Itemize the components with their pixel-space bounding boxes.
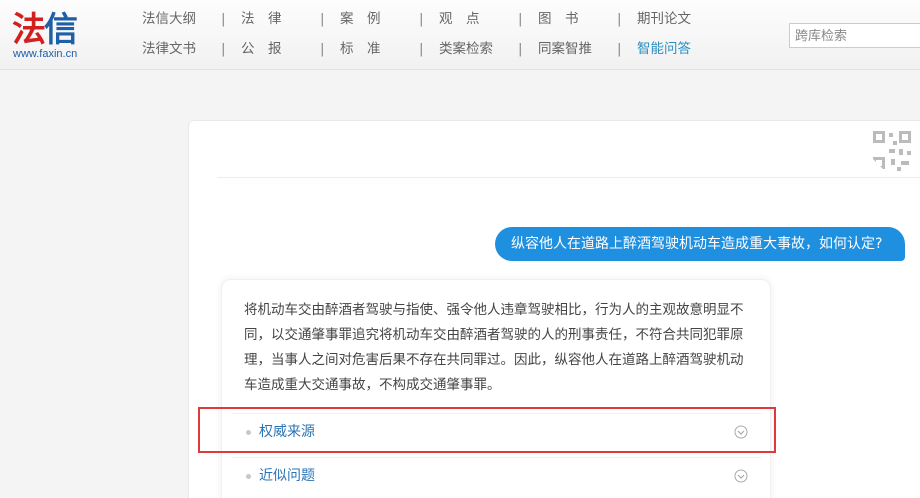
- chevron-down-icon[interactable]: [734, 469, 748, 483]
- nav-separator: |: [320, 41, 325, 57]
- nav-separator: |: [419, 41, 424, 57]
- nav-separator: |: [221, 11, 226, 27]
- answer-card: 将机动车交由醉酒者驾驶与指使、强令他人违章驾驶相比，行为人的主观故意明显不同，以…: [221, 279, 771, 498]
- nav-separator: |: [518, 11, 523, 27]
- nav-separator: |: [617, 41, 622, 57]
- bullet-dot: [246, 474, 251, 479]
- bullet-dot: [246, 430, 251, 435]
- logo-url: www.faxin.cn: [13, 48, 78, 60]
- logo-text: 法信: [12, 10, 92, 50]
- qr-code-icon[interactable]: [871, 129, 915, 173]
- nav-separator: |: [518, 41, 523, 57]
- nav-separator: |: [617, 11, 622, 27]
- qa-panel: 纵容他人在道路上醉酒驾驶机动车造成重大事故，如何认定? 将机动车交由醉酒者驾驶与…: [188, 120, 920, 498]
- cross-db-search-input[interactable]: [789, 23, 920, 48]
- nav-item-law[interactable]: 法 律: [241, 9, 282, 29]
- nav-item-views[interactable]: 观 点: [439, 9, 480, 29]
- nav-item-journals[interactable]: 期刊论文: [637, 9, 691, 29]
- nav-item-outline[interactable]: 法信大纲: [142, 9, 196, 29]
- nav-item-standards[interactable]: 标 准: [340, 39, 381, 59]
- answer-text: 将机动车交由醉酒者驾驶与指使、强令他人违章驾驶相比，行为人的主观故意明显不同，以…: [244, 302, 744, 393]
- similar-questions-label: 近似问题: [259, 468, 315, 484]
- nav-item-gazette[interactable]: 公 报: [241, 39, 282, 59]
- authority-source-label: 权威来源: [259, 424, 315, 440]
- authority-source-row[interactable]: 权威来源: [232, 413, 762, 449]
- top-header: 法信 www.faxin.cn 法信大纲 | 法 律 | 案 例 | 观 点 |…: [0, 0, 920, 70]
- nav-separator: |: [419, 11, 424, 27]
- panel-divider: [217, 177, 920, 178]
- chevron-down-icon[interactable]: [734, 425, 748, 439]
- nav-item-similar-case-search[interactable]: 类案检索: [439, 39, 493, 59]
- nav-item-books[interactable]: 图 书: [538, 9, 579, 29]
- user-question-bubble: 纵容他人在道路上醉酒驾驶机动车造成重大事故，如何认定?: [495, 227, 905, 261]
- nav-item-case-recommend[interactable]: 同案智推: [538, 39, 592, 59]
- nav-separator: |: [320, 11, 325, 27]
- nav-separator: |: [221, 41, 226, 57]
- nav-item-cases[interactable]: 案 例: [340, 9, 381, 29]
- nav-item-documents[interactable]: 法律文书: [142, 39, 196, 59]
- logo-part2: 信: [44, 10, 78, 50]
- similar-questions-row[interactable]: 近似问题: [232, 457, 762, 493]
- logo-part1: 法: [12, 10, 46, 50]
- faxin-logo[interactable]: 法信 www.faxin.cn: [12, 10, 92, 62]
- nav-item-smart-qa[interactable]: 智能问答: [637, 39, 691, 59]
